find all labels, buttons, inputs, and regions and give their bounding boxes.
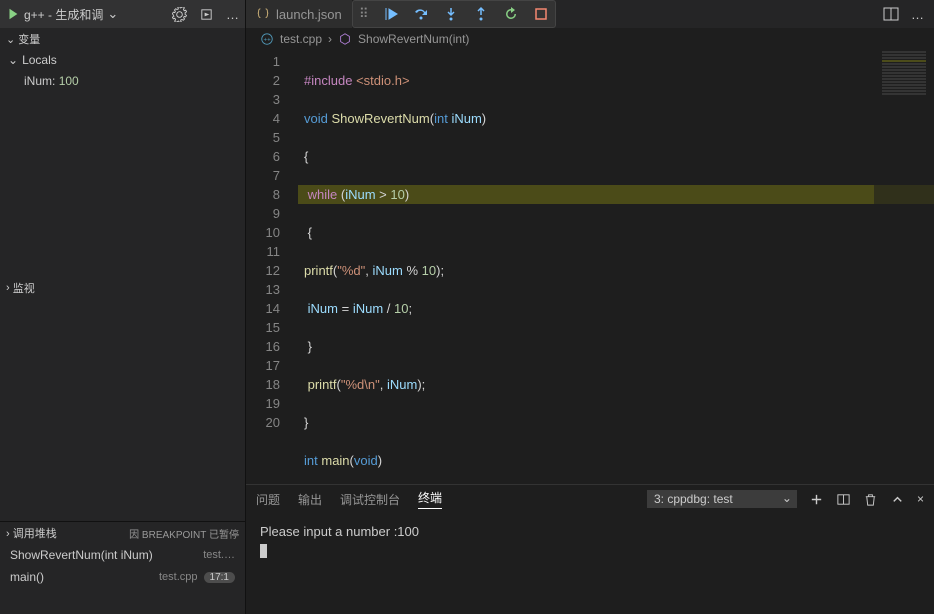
tab-problems[interactable]: 问题	[256, 491, 280, 508]
plus-icon[interactable]	[809, 492, 824, 507]
line-numbers: 1234567891011121314151617181920	[246, 50, 298, 484]
json-icon	[256, 7, 270, 21]
method-icon	[338, 32, 352, 46]
terminal-cursor	[260, 544, 267, 558]
breadcrumbs[interactable]: ++ test.cpp › ShowRevertNum(int)	[246, 28, 934, 50]
close-panel-icon[interactable]: ×	[917, 492, 924, 506]
step-into-icon[interactable]	[443, 6, 459, 22]
callstack-frame[interactable]: ShowRevertNum(int iNum) test.…	[0, 544, 245, 566]
more-icon[interactable]: …	[226, 7, 239, 22]
tab-terminal[interactable]: 终端	[418, 489, 442, 509]
start-debug-button[interactable]: g++ - 生成和调 ⌄	[6, 6, 118, 23]
callstack-frame[interactable]: main() test.cpp17:1	[0, 566, 245, 588]
callstack-header[interactable]: › 调用堆栈 因 BREAKPOINT 已暂停	[0, 522, 245, 544]
editor-actions: …	[873, 0, 934, 28]
panel-tabs: 问题 输出 调试控制台 终端 3: cppdbg: test ×	[246, 485, 934, 513]
paused-reason: 因 BREAKPOINT 已暂停	[129, 526, 239, 541]
restart-icon[interactable]	[503, 6, 519, 22]
trash-icon[interactable]	[863, 492, 878, 507]
tab-bar: launch.json p ×	[246, 0, 934, 28]
chevron-down-icon[interactable]: ⌄	[107, 6, 118, 22]
code-content[interactable]: #include <stdio.h> void ShowRevertNum(in…	[298, 50, 934, 484]
debug-sidebar: g++ - 生成和调 ⌄ … ⌄ 变量 ⌄Locals iNum: 100 › …	[0, 0, 246, 614]
gear-icon[interactable]	[172, 7, 187, 22]
cpp-file-icon: ++	[260, 32, 274, 46]
split-terminal-icon[interactable]	[836, 492, 851, 507]
main-area: launch.json p × ⠿ … ++ test.cpp › ShowRe…	[246, 0, 934, 614]
line-badge: 17:1	[204, 572, 235, 583]
callstack-section: › 调用堆栈 因 BREAKPOINT 已暂停 ShowRevertNum(in…	[0, 521, 245, 614]
watch-header[interactable]: › 监视	[0, 277, 245, 299]
continue-icon[interactable]	[383, 6, 399, 22]
run-config-label: g++ - 生成和调	[24, 6, 103, 23]
terminal[interactable]: Please input a number :100	[246, 513, 934, 614]
grip-icon[interactable]: ⠿	[359, 6, 369, 22]
tab-debug-console[interactable]: 调试控制台	[340, 491, 400, 508]
chevron-up-icon[interactable]	[890, 492, 905, 507]
debug-run-bar: g++ - 生成和调 ⌄ …	[0, 0, 245, 28]
terminal-task-select[interactable]: 3: cppdbg: test	[647, 490, 797, 508]
bottom-panel: 问题 输出 调试控制台 终端 3: cppdbg: test × Please …	[246, 484, 934, 614]
variable-row[interactable]: iNum: 100	[0, 70, 245, 92]
tab-launch-json[interactable]: launch.json	[246, 0, 353, 28]
tab-output[interactable]: 输出	[298, 491, 322, 508]
stop-icon[interactable]	[533, 6, 549, 22]
minimap[interactable]	[874, 50, 934, 484]
terminal-line: Please input a number :100	[260, 523, 920, 541]
variables-header[interactable]: ⌄ 变量	[0, 28, 245, 50]
locals-header[interactable]: ⌄Locals	[0, 50, 245, 70]
debug-toolbar[interactable]: ⠿	[352, 0, 556, 28]
debug-alt-icon[interactable]	[199, 7, 214, 22]
code-editor[interactable]: 1234567891011121314151617181920 #include…	[246, 50, 934, 484]
step-over-icon[interactable]	[413, 6, 429, 22]
play-icon	[6, 7, 20, 21]
split-editor-icon[interactable]	[883, 6, 899, 22]
step-out-icon[interactable]	[473, 6, 489, 22]
svg-text:++: ++	[264, 37, 272, 44]
more-actions-icon[interactable]: …	[911, 7, 924, 22]
